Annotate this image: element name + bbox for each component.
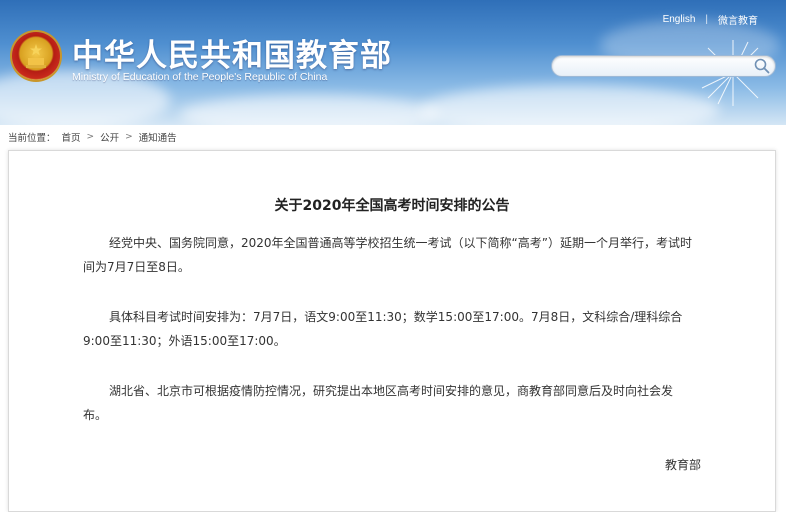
national-emblem-icon [12, 32, 60, 80]
article-signature: 教育部 [665, 458, 702, 472]
breadcrumb-separator: > [125, 132, 133, 142]
breadcrumb-home[interactable]: 首页 [62, 130, 81, 144]
search-box [551, 55, 776, 77]
article-title: 关于2020年全国高考时间安排的公告 [274, 198, 510, 214]
article-panel: 关于2020年全国高考时间安排的公告 经党中央、国务院同意，2020年全国普通高… [8, 150, 776, 512]
article-paragraph: 具体科目考试时间安排为：7月7日，语文9:00至11:30；数学15:00至17… [83, 310, 683, 348]
cloud-decoration [420, 85, 720, 125]
breadcrumb-public[interactable]: 公开 [100, 130, 119, 144]
breadcrumb-label: 当前位置： [8, 133, 56, 144]
weixin-link[interactable]: 微言教育 [718, 12, 758, 27]
cloud-decoration [180, 95, 440, 125]
article-paragraph: 经党中央、国务院同意，2020年全国普通高等学校招生统一考试（以下简称“高考”）… [83, 236, 692, 274]
english-link[interactable]: English [663, 14, 696, 25]
breadcrumb: 当前位置： 首页 > 公开 > 通知通告 [8, 130, 177, 144]
breadcrumb-separator: > [86, 132, 95, 142]
site-subtitle: Ministry of Education of the People's Re… [72, 71, 328, 83]
site-title[interactable]: 中华人民共和国教育部 [72, 30, 392, 75]
site-header: 中华人民共和国教育部 Ministry of Education of the … [0, 0, 786, 125]
link-separator: | [705, 14, 708, 25]
search-input[interactable] [562, 58, 746, 76]
top-links: English | 微言教育 [663, 12, 758, 27]
search-icon[interactable] [753, 57, 771, 75]
breadcrumb-notices[interactable]: 通知通告 [139, 130, 177, 144]
article-paragraph: 湖北省、北京市可根据疫情防控情况，研究提出本地区高考时间安排的意见，商教育部同意… [83, 384, 674, 422]
